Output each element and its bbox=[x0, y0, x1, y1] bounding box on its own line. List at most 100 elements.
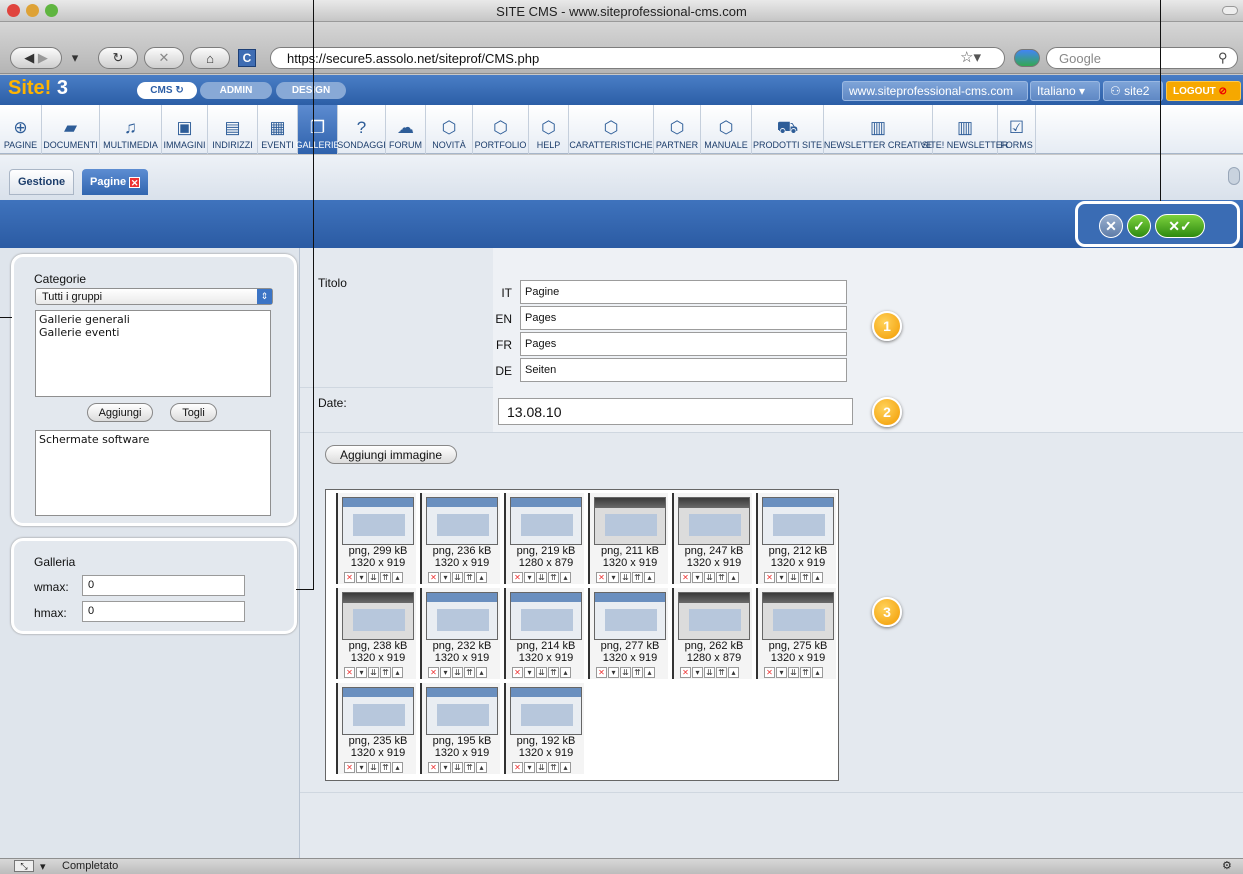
move-bottom-icon[interactable]: ⇊ bbox=[368, 572, 379, 583]
toolbar-button-immagini[interactable]: ▣ IMMAGINI bbox=[162, 105, 208, 154]
group-select[interactable]: Tutti i gruppi ⇕ bbox=[35, 288, 273, 305]
close-tab-icon[interactable]: ✕ bbox=[129, 176, 141, 188]
mode-admin-button[interactable]: ADMIN bbox=[200, 82, 272, 99]
gallery-thumbnail[interactable]: png, 277 kB 1320 x 919 ✕ ▾ ⇊ ⇈ ▴ bbox=[588, 588, 668, 679]
title-de-input[interactable]: Seiten bbox=[520, 358, 847, 382]
search-engine-icon[interactable] bbox=[1014, 49, 1040, 67]
toolbar-button-sondaggi[interactable]: ? SONDAGGI bbox=[337, 105, 386, 154]
tab-gestione[interactable]: Gestione bbox=[9, 169, 75, 195]
move-down-icon[interactable]: ▾ bbox=[440, 667, 451, 678]
move-top-icon[interactable]: ⇈ bbox=[800, 572, 811, 583]
url-text[interactable]: https://secure5.assolo.net/siteprof/CMS.… bbox=[287, 51, 539, 66]
gallery-thumbnail[interactable]: png, 212 kB 1320 x 919 ✕ ▾ ⇊ ⇈ ▴ bbox=[756, 493, 836, 584]
title-fr-input[interactable]: Pages bbox=[520, 332, 847, 356]
move-down-icon[interactable]: ▾ bbox=[608, 667, 619, 678]
move-bottom-icon[interactable]: ⇊ bbox=[704, 572, 715, 583]
address-bar[interactable]: https://secure5.assolo.net/siteprof/CMS.… bbox=[270, 47, 1005, 69]
back-forward-buttons[interactable]: ◀ ▶ bbox=[10, 47, 62, 69]
delete-icon[interactable]: ✕ bbox=[680, 667, 691, 678]
gallery-thumbnail[interactable]: png, 275 kB 1320 x 919 ✕ ▾ ⇊ ⇈ ▴ bbox=[756, 588, 836, 679]
forward-icon[interactable]: ▶ bbox=[38, 50, 48, 66]
move-down-icon[interactable]: ▾ bbox=[440, 762, 451, 773]
toolbar-button-caratteristiche[interactable]: ⬡ CARATTERISTICHE bbox=[569, 105, 654, 154]
move-top-icon[interactable]: ⇈ bbox=[464, 572, 475, 583]
move-down-icon[interactable]: ▾ bbox=[692, 572, 703, 583]
move-bottom-icon[interactable]: ⇊ bbox=[452, 762, 463, 773]
history-dropdown-icon[interactable]: ▾ bbox=[66, 47, 84, 69]
move-down-icon[interactable]: ▾ bbox=[776, 667, 787, 678]
move-bottom-icon[interactable]: ⇊ bbox=[536, 572, 547, 583]
move-bottom-icon[interactable]: ⇊ bbox=[788, 667, 799, 678]
toolbar-toggle-button[interactable] bbox=[1222, 6, 1238, 15]
gallery-thumbnail[interactable]: png, 232 kB 1320 x 919 ✕ ▾ ⇊ ⇈ ▴ bbox=[420, 588, 500, 679]
move-down-icon[interactable]: ▾ bbox=[356, 762, 367, 773]
move-top-icon[interactable]: ⇈ bbox=[632, 667, 643, 678]
toolbar-button-forum[interactable]: ☁ FORUM bbox=[386, 105, 426, 154]
panel-toggle-icon[interactable] bbox=[1228, 167, 1240, 185]
thumbnail-image[interactable] bbox=[762, 592, 834, 640]
move-bottom-icon[interactable]: ⇊ bbox=[536, 762, 547, 773]
list-item[interactable]: Schermate software bbox=[39, 433, 267, 446]
delete-icon[interactable]: ✕ bbox=[764, 572, 775, 583]
thumbnail-image[interactable] bbox=[510, 497, 582, 545]
list-item[interactable]: Gallerie eventi bbox=[39, 326, 267, 339]
toolbar-button-gallerie[interactable]: ❐ GALLERIE bbox=[295, 105, 340, 154]
gallery-thumbnail[interactable]: png, 195 kB 1320 x 919 ✕ ▾ ⇊ ⇈ ▴ bbox=[420, 683, 500, 774]
save-button[interactable]: ✓ bbox=[1127, 214, 1151, 238]
toolbar-button-pagine[interactable]: ⊕ PAGINE bbox=[0, 105, 42, 154]
delete-icon[interactable]: ✕ bbox=[512, 667, 523, 678]
delete-icon[interactable]: ✕ bbox=[680, 572, 691, 583]
delete-icon[interactable]: ✕ bbox=[344, 762, 355, 773]
thumbnail-image[interactable] bbox=[342, 497, 414, 545]
mode-cms-button[interactable]: CMS ↻ bbox=[137, 82, 197, 99]
delete-icon[interactable]: ✕ bbox=[764, 667, 775, 678]
delete-icon[interactable]: ✕ bbox=[428, 572, 439, 583]
toolbar-button-multimedia[interactable]: ♫ MULTIMEDIA bbox=[100, 105, 162, 154]
thumbnail-image[interactable] bbox=[762, 497, 834, 545]
gallery-thumbnail[interactable]: png, 262 kB 1280 x 879 ✕ ▾ ⇊ ⇈ ▴ bbox=[672, 588, 752, 679]
move-up-icon[interactable]: ▴ bbox=[476, 572, 487, 583]
move-bottom-icon[interactable]: ⇊ bbox=[620, 667, 631, 678]
status-dropdown-icon[interactable]: ▾ bbox=[40, 860, 46, 873]
toolbar-button-novit-[interactable]: ⬡ NOVITÀ bbox=[426, 105, 473, 154]
move-up-icon[interactable]: ▴ bbox=[392, 762, 403, 773]
move-top-icon[interactable]: ⇈ bbox=[548, 667, 559, 678]
toolbar-button-prodotti-site[interactable]: ⛟ PRODOTTI SITE bbox=[752, 105, 824, 154]
toolbar-button-forms[interactable]: ☑ FORMS bbox=[998, 105, 1036, 154]
save-close-button[interactable]: ✕✓ bbox=[1155, 214, 1205, 238]
gallery-thumbnail[interactable]: png, 247 kB 1320 x 919 ✕ ▾ ⇊ ⇈ ▴ bbox=[672, 493, 752, 584]
move-top-icon[interactable]: ⇈ bbox=[548, 572, 559, 583]
move-up-icon[interactable]: ▴ bbox=[476, 667, 487, 678]
toolbar-button-documenti[interactable]: ▰ DOCUMENTI bbox=[42, 105, 100, 154]
toolbar-button-newsletter-creative[interactable]: ▥ NEWSLETTER CREATIVE bbox=[824, 105, 933, 154]
move-bottom-icon[interactable]: ⇊ bbox=[536, 667, 547, 678]
gallery-thumbnail[interactable]: png, 214 kB 1320 x 919 ✕ ▾ ⇊ ⇈ ▴ bbox=[504, 588, 584, 679]
move-up-icon[interactable]: ▴ bbox=[392, 667, 403, 678]
move-up-icon[interactable]: ▴ bbox=[476, 762, 487, 773]
move-up-icon[interactable]: ▴ bbox=[812, 572, 823, 583]
add-image-button[interactable]: Aggiungi immagine bbox=[325, 445, 457, 464]
move-top-icon[interactable]: ⇈ bbox=[380, 572, 391, 583]
wmax-input[interactable]: 0 bbox=[82, 575, 245, 596]
home-button[interactable]: ⌂ bbox=[190, 47, 230, 69]
toolbar-button-portfolio[interactable]: ⬡ PORTFOLIO bbox=[473, 105, 529, 154]
delete-icon[interactable]: ✕ bbox=[596, 572, 607, 583]
hmax-input[interactable]: 0 bbox=[82, 601, 245, 622]
thumbnail-image[interactable] bbox=[426, 592, 498, 640]
reload-button[interactable]: ↻ bbox=[98, 47, 138, 69]
site-url-link[interactable]: www.siteprofessional-cms.com bbox=[842, 81, 1028, 101]
remove-category-button[interactable]: Togli bbox=[170, 403, 217, 422]
move-down-icon[interactable]: ▾ bbox=[524, 762, 535, 773]
thumbnail-image[interactable] bbox=[594, 592, 666, 640]
move-bottom-icon[interactable]: ⇊ bbox=[704, 667, 715, 678]
move-up-icon[interactable]: ▴ bbox=[644, 572, 655, 583]
back-icon[interactable]: ◀ bbox=[24, 50, 34, 66]
gallery-thumbnail[interactable]: png, 219 kB 1280 x 879 ✕ ▾ ⇊ ⇈ ▴ bbox=[504, 493, 584, 584]
move-down-icon[interactable]: ▾ bbox=[440, 572, 451, 583]
move-bottom-icon[interactable]: ⇊ bbox=[452, 572, 463, 583]
delete-icon[interactable]: ✕ bbox=[344, 572, 355, 583]
delete-icon[interactable]: ✕ bbox=[428, 762, 439, 773]
move-bottom-icon[interactable]: ⇊ bbox=[620, 572, 631, 583]
toolbar-button-eventi[interactable]: ▦ EVENTI bbox=[258, 105, 298, 154]
stop-button[interactable]: ✕ bbox=[144, 47, 184, 69]
